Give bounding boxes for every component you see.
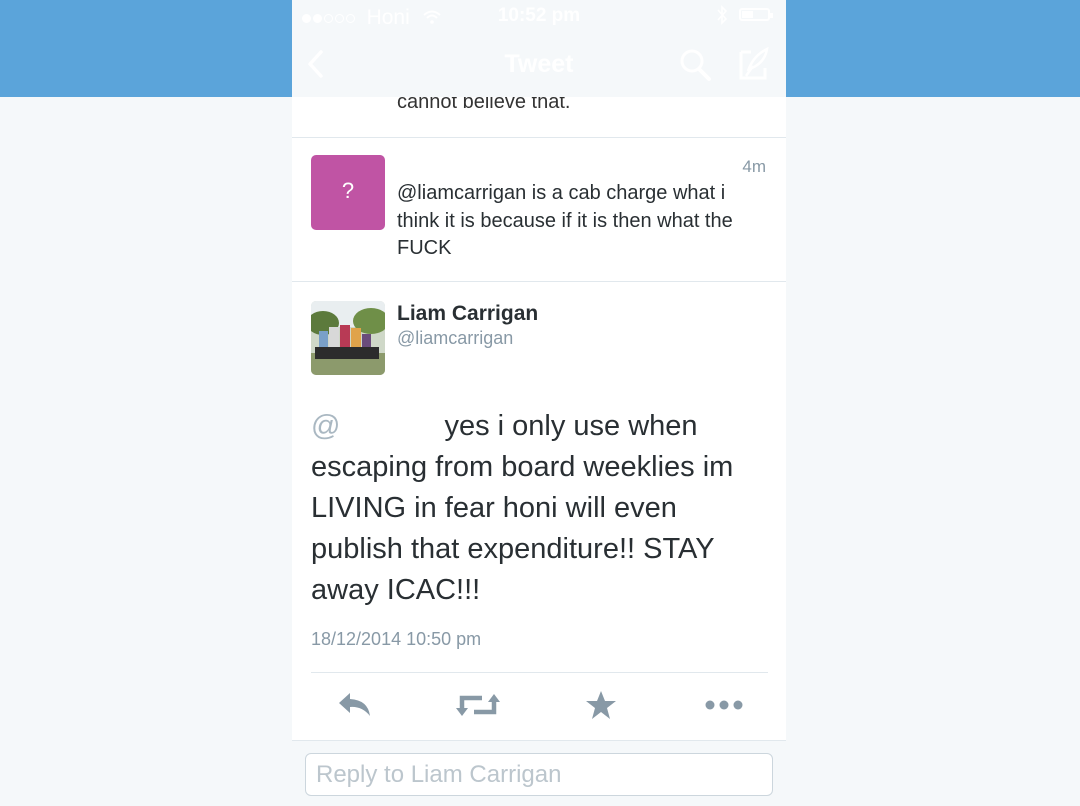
divider — [311, 672, 768, 673]
previous-tweet-text: cannot believe that. — [397, 97, 571, 113]
reply-tweet-text: @liamcarrigan is a cab charge what i thi… — [397, 182, 733, 259]
avatar-label: ? — [341, 178, 355, 203]
bluetooth-icon — [716, 4, 728, 32]
more-icon[interactable] — [704, 690, 744, 725]
favorite-star-icon[interactable] — [585, 690, 617, 725]
previous-tweet-snippet[interactable]: cannot believe that. — [292, 97, 786, 138]
author-name[interactable]: Liam Carrigan — [397, 302, 538, 326]
phone-screen: Honi 10:52 pm Tweet cannot believe that.… — [292, 0, 786, 806]
avatar[interactable] — [311, 301, 385, 375]
retweet-icon[interactable] — [456, 690, 500, 725]
tweet-age: 4m — [742, 157, 766, 176]
tweet-body-text: yes i only use when escaping from board … — [311, 410, 734, 606]
mention-link[interactable]: @ — [311, 410, 340, 442]
avatar[interactable]: ? — [311, 155, 385, 230]
reply-tweet-card[interactable]: ? 4m @liamcarrigan is a cab charge what … — [292, 138, 786, 282]
author-handle[interactable]: @liamcarrigan — [397, 328, 513, 349]
main-tweet: Liam Carrigan @liamcarrigan @ yes i only … — [292, 282, 786, 741]
status-bar: Honi 10:52 pm — [292, 0, 786, 30]
compose-icon[interactable] — [735, 46, 771, 87]
reply-bar — [292, 741, 786, 806]
nav-bar: Tweet — [292, 34, 786, 96]
status-time: 10:52 pm — [497, 5, 581, 26]
search-icon[interactable] — [678, 48, 712, 87]
tweet-text: @ yes i only use when escaping from board… — [311, 406, 771, 611]
tweet-timestamp: 18/12/2014 10:50 pm — [311, 629, 482, 649]
reply-icon[interactable] — [336, 690, 374, 725]
reply-input[interactable] — [305, 753, 773, 796]
battery-icon — [739, 8, 773, 21]
